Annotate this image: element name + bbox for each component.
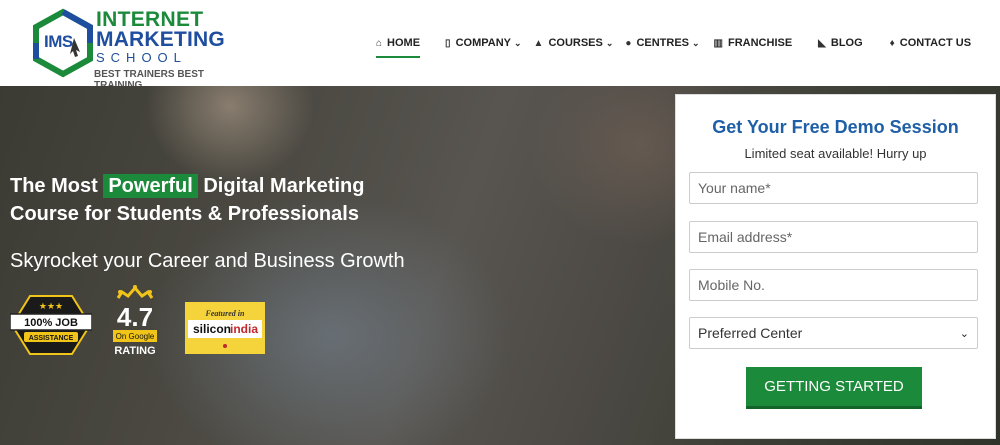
rating-value: 4.7: [117, 302, 153, 332]
hero-title-line2: Course for Students & Professionals: [10, 203, 359, 225]
site-logo[interactable]: IMS INTERNET MARKETING SCHOOL BEST TRAIN…: [28, 6, 228, 91]
google-rating-badge: 4.7 On Google RATING: [113, 285, 157, 357]
mobile-input[interactable]: [689, 269, 978, 301]
name-input[interactable]: [689, 172, 978, 204]
hero-subtitle: Skyrocket your Career and Business Growt…: [10, 250, 405, 272]
form-title: Get Your Free Demo Session: [712, 117, 959, 137]
nav-item-centres[interactable]: ● CENTRES ⌄: [625, 0, 699, 86]
graduation-cap-icon: ▲: [533, 37, 544, 49]
logo-line-3: SCHOOL: [96, 50, 187, 65]
hero-title-post: Digital Marketing: [203, 175, 365, 197]
hero-title: The Most Powerful Digital Marketing Cour…: [10, 172, 470, 228]
chevron-down-icon: ⌄: [692, 37, 700, 48]
globe-icon: ●: [625, 37, 632, 49]
logo-abbr: IMS: [44, 32, 73, 51]
nav-item-label: HOME: [387, 37, 421, 49]
chevron-down-icon: ⌄: [513, 37, 522, 48]
nav-item-home[interactable]: ⌂ HOME: [376, 0, 421, 86]
nav-item-label: COMPANY: [455, 37, 511, 49]
getting-started-button[interactable]: GETTING STARTED: [746, 367, 922, 409]
nav-item-label: FRANCHISE: [728, 37, 793, 49]
nav-item-label: CENTRES: [636, 37, 689, 49]
site-header: IMS INTERNET MARKETING SCHOOL BEST TRAIN…: [0, 0, 1000, 91]
featured-top-text: Featured in: [205, 309, 245, 318]
form-subtitle: Limited seat available! Hurry up: [744, 146, 927, 161]
preferred-center-select[interactable]: Preferred Center ⌄: [689, 317, 978, 349]
job-badge-stars: ★★★: [39, 302, 63, 312]
featured-siliconindia-badge: Featured in silicon india: [185, 302, 265, 354]
institution-icon: ▥: [713, 37, 723, 49]
nav-item-label: COURSES: [548, 37, 603, 49]
building-icon: ▯: [445, 37, 451, 49]
hero-section: The Most Powerful Digital Marketing Cour…: [0, 86, 1000, 445]
select-value: Preferred Center: [698, 325, 803, 341]
nav-item-franchise[interactable]: ▥ FRANCHISE: [714, 0, 793, 86]
map-pin-icon: ♦: [889, 37, 895, 49]
logo-line-2: MARKETING: [96, 28, 225, 51]
nav-item-label: CONTACT US: [899, 37, 972, 49]
featured-brand-a: silicon: [193, 322, 231, 336]
hero-title-pre: The Most: [10, 175, 98, 197]
nav-item-label: BLOG: [830, 37, 863, 49]
hero-title-highlight: Powerful: [103, 174, 198, 198]
job-badge-line1: 100% JOB: [24, 317, 78, 329]
main-nav: ⌂ HOME ▯ COMPANY ⌄ ▲ COURSES ⌄ ● CENTRES…: [370, 0, 971, 86]
job-badge-line2: ASSISTANCE: [29, 335, 74, 342]
chevron-down-icon: ⌄: [959, 327, 969, 340]
rating-label: RATING: [114, 345, 155, 357]
demo-form-card: Get Your Free Demo Session Limited seat …: [675, 94, 996, 439]
email-input[interactable]: [689, 221, 978, 253]
rss-icon: ◣: [818, 37, 826, 49]
nav-item-blog[interactable]: ◣ BLOG: [818, 0, 862, 86]
nav-item-company[interactable]: ▯ COMPANY ⌄: [445, 0, 521, 86]
home-icon: ⌂: [376, 37, 383, 49]
nav-item-contact[interactable]: ♦ CONTACT US: [890, 0, 971, 86]
rating-source: On Google: [116, 332, 155, 341]
job-assistance-badge: ★★★ 100% JOB ASSISTANCE: [10, 295, 92, 355]
nav-item-courses[interactable]: ▲ COURSES ⌄: [534, 0, 614, 86]
chevron-down-icon: ⌄: [605, 37, 614, 48]
featured-brand-b: india: [230, 322, 258, 336]
